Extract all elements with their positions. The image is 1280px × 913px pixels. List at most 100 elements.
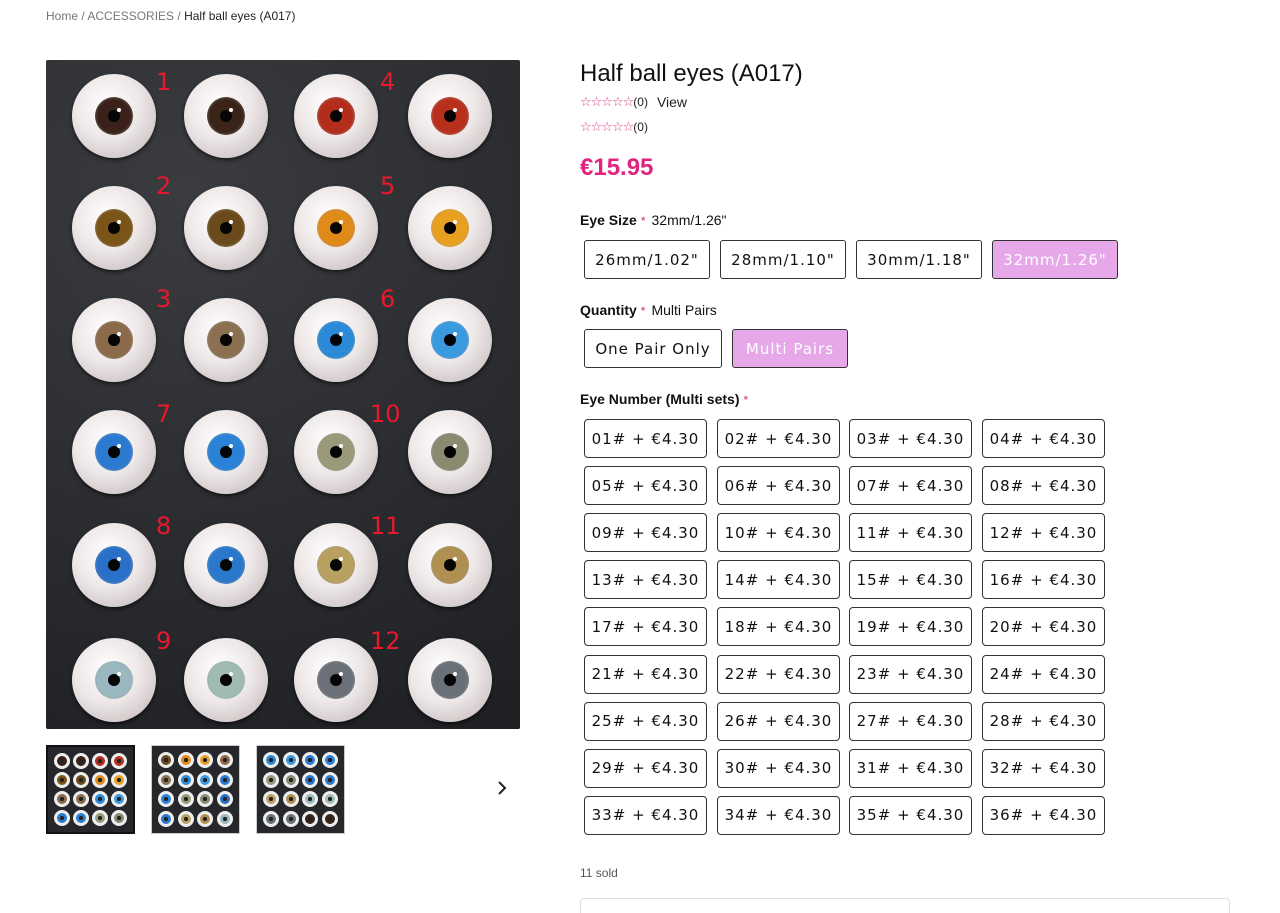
eye-size-label-text: Eye Size [580,212,637,228]
iris [207,321,245,359]
thumbnail-eye-dot [92,791,108,807]
eye-number-option[interactable]: 11# + €4.30 [849,513,972,553]
eye-number-option[interactable]: 17# + €4.30 [584,607,707,647]
eye-size-option[interactable]: 26mm/1.02" [584,240,710,279]
eye-size-selected-value: 32mm/1.26" [651,212,727,228]
eye-size-option-selected[interactable]: 32mm/1.26" [992,240,1118,279]
eye-number-option[interactable]: 04# + €4.30 [982,419,1105,458]
eye-number-option[interactable]: 03# + €4.30 [849,419,972,458]
eye-sample [72,410,156,494]
eye-number-option[interactable]: 31# + €4.30 [849,748,972,788]
eye-number-option[interactable]: 12# + €4.30 [982,513,1105,553]
thumbnail-eye-dot [302,771,319,788]
iris [431,209,469,247]
thumbnail-eye-dot [158,771,175,788]
eye-number-option[interactable]: 26# + €4.30 [717,701,840,741]
thumbnail-2[interactable] [151,745,240,834]
thumbnail-eye-dot [197,752,214,769]
eye-number-option[interactable]: 22# + €4.30 [717,654,840,694]
thumbnail-eye-dot [73,753,89,769]
eye-number-option[interactable]: 25# + €4.30 [584,701,707,741]
eye-number-option[interactable]: 08# + €4.30 [982,466,1105,506]
eye-number-option[interactable]: 34# + €4.30 [717,795,840,835]
eye-number-option[interactable]: 32# + €4.30 [982,748,1105,788]
thumbnail-1[interactable] [46,745,135,834]
thumbnail-eye-dot [177,771,194,788]
eye-number-option[interactable]: 07# + €4.30 [849,466,972,506]
iris [207,661,245,699]
breadcrumb-home[interactable]: Home [46,9,78,23]
breadcrumb-current: Half ball eyes (A017) [184,9,296,23]
eye-set-number: 11 [370,512,401,540]
eye-number-option[interactable]: 13# + €4.30 [584,560,707,600]
eye-sample [72,74,156,158]
eye-number-option[interactable]: 23# + €4.30 [849,654,972,694]
thumbnail-eye-dot [216,752,233,769]
eye-number-option[interactable]: 24# + €4.30 [982,654,1105,694]
iris [431,546,469,584]
rating-count: (0) [633,95,648,109]
thumbnail-eye-dot [158,791,175,808]
thumbnail-eye-dot [282,752,299,769]
thumbnail-eye-dot [73,810,89,826]
eye-number-option[interactable]: 15# + €4.30 [849,560,972,600]
rating-summary: ☆☆☆☆☆ (0) View [580,94,687,110]
product-main-image[interactable]: 1 4 2 5 3 6 7 10 8 11 9 12 [46,60,520,729]
required-marker: * [743,393,749,407]
thumbnail-eye-dot [302,752,319,769]
eye-number-option[interactable]: 14# + €4.30 [717,560,840,600]
quantity-option[interactable]: One Pair Only [584,329,722,368]
eye-number-option[interactable]: 18# + €4.30 [717,607,840,647]
thumbnail-eye-dot [216,771,233,788]
chevron-right-icon[interactable] [497,780,507,801]
thumbnail-eye-dot [302,810,319,827]
eye-set-number: 12 [370,627,401,655]
breadcrumb-category[interactable]: ACCESSORIES [87,9,174,23]
eye-board-background [46,60,520,729]
eye-number-option[interactable]: 36# + €4.30 [982,795,1105,835]
eye-number-option[interactable]: 35# + €4.30 [849,795,972,835]
iris [207,433,245,471]
eye-number-option[interactable]: 33# + €4.30 [584,795,707,835]
eye-number-option[interactable]: 20# + €4.30 [982,607,1105,647]
eye-number-option[interactable]: 16# + €4.30 [982,560,1105,600]
eye-sample [184,186,268,270]
iris [95,661,133,699]
sold-count: 11 sold [580,866,618,880]
thumbnail-3[interactable] [256,745,345,834]
view-reviews-link[interactable]: View [657,94,687,110]
thumbnail-eye-dot [197,771,214,788]
thumbnail-eye-dot [282,771,299,788]
eye-number-option[interactable]: 02# + €4.30 [717,419,840,458]
eye-sample [294,410,378,494]
eye-number-option[interactable]: 01# + €4.30 [584,419,707,458]
iris [95,97,133,135]
eye-number-label: Eye Number (Multi sets) * [580,391,748,407]
eye-set-number: 9 [156,627,172,655]
eye-number-option[interactable]: 10# + €4.30 [717,513,840,553]
eye-number-option[interactable]: 05# + €4.30 [584,466,707,506]
iris [207,546,245,584]
eye-number-option[interactable]: 19# + €4.30 [849,607,972,647]
eye-size-option[interactable]: 28mm/1.10" [720,240,846,279]
quantity-option-selected[interactable]: Multi Pairs [732,329,848,368]
thumbnail-eye-dot [158,752,175,769]
eye-sample [184,638,268,722]
eye-number-option[interactable]: 29# + €4.30 [584,748,707,788]
eye-size-label: Eye Size * 32mm/1.26" [580,212,727,228]
product-title: Half ball eyes (A017) [580,60,803,87]
thumbnail-eye-dot [54,753,70,769]
eye-number-option[interactable]: 27# + €4.30 [849,701,972,741]
eye-sample [294,186,378,270]
eye-size-option[interactable]: 30mm/1.18" [856,240,982,279]
thumbnail-eye-dot [73,791,89,807]
eye-number-option[interactable]: 30# + €4.30 [717,748,840,788]
eye-set-number: 10 [370,400,401,428]
iris [317,209,355,247]
eye-number-option[interactable]: 09# + €4.30 [584,513,707,553]
eye-number-option[interactable]: 21# + €4.30 [584,654,707,694]
breadcrumb: Home / ACCESSORIES / Half ball eyes (A01… [46,9,296,23]
eye-number-option[interactable]: 06# + €4.30 [717,466,840,506]
thumbnail-eye-dot [321,771,338,788]
eye-number-option[interactable]: 28# + €4.30 [982,701,1105,741]
